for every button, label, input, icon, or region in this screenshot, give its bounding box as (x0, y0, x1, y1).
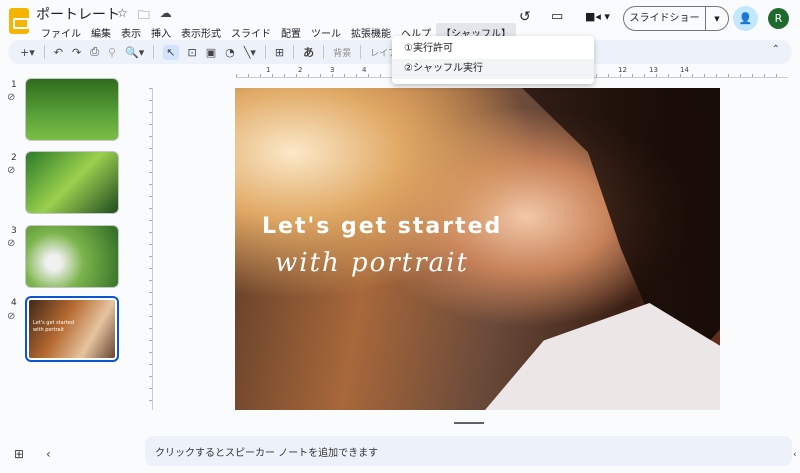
linked-icon[interactable]: ⊘ (7, 238, 15, 249)
new-slide-icon[interactable]: +▾ (20, 46, 35, 59)
shape-icon[interactable]: ◔ (225, 46, 235, 59)
collapse-panel-icon[interactable]: ‹ (46, 447, 51, 461)
comments-icon[interactable]: ▭ (551, 9, 563, 24)
slide-number: 3 (11, 226, 17, 236)
linked-icon[interactable]: ⊘ (7, 165, 15, 176)
avatar[interactable]: R (768, 8, 789, 29)
collapse-toolbar-icon[interactable]: ⌃ (772, 44, 780, 55)
ruler-tick: 4 (362, 66, 367, 74)
slide-thumbnail-3[interactable] (25, 225, 119, 288)
slide-thumbnail-1[interactable] (25, 78, 119, 141)
line-icon[interactable]: ╲▾ (244, 46, 256, 59)
ruler-tick: 3 (330, 66, 335, 74)
zoom-icon[interactable]: 🔍▾ (125, 46, 144, 59)
ruler-tick: 14 (680, 66, 689, 74)
select-icon[interactable]: ↖ (163, 44, 179, 60)
slide-subtitle-text[interactable]: with portrait (275, 248, 469, 278)
version-history-icon[interactable]: ↺ (519, 9, 531, 25)
speaker-notes[interactable]: クリックするとスピーカー ノートを追加できます (145, 436, 792, 466)
paint-format-icon[interactable]: ⚲ (108, 46, 116, 59)
slide-thumbnail-4[interactable]: Let's get started with portrait (25, 296, 119, 362)
slide-thumbnail-2[interactable] (25, 151, 119, 214)
slide-number: 1 (11, 80, 17, 90)
add-person-icon: 👤 (738, 12, 753, 25)
image-icon[interactable]: ▣ (206, 46, 216, 59)
print-icon[interactable]: ⎙ (90, 45, 99, 59)
slide-number: 4 (11, 298, 17, 308)
shuffle-dropdown: ①実行許可 ②シャッフル実行 (392, 36, 594, 84)
vertical-ruler[interactable] (143, 88, 153, 410)
linked-icon[interactable]: ⊘ (7, 92, 15, 103)
notes-resize-handle[interactable] (454, 422, 484, 424)
slide-canvas[interactable]: Let's get started with portrait (235, 88, 720, 410)
ruler-tick: 2 (298, 66, 303, 74)
input-tools-button[interactable]: あ (303, 44, 314, 60)
expand-side-panel-icon[interactable]: ‹ (793, 450, 797, 460)
menu-item-run-shuffle[interactable]: ②シャッフル実行 (392, 59, 594, 79)
comment-add-icon[interactable]: ⊞ (275, 46, 284, 59)
slideshow-dropdown-icon[interactable]: ▼ (706, 15, 728, 23)
document-title[interactable]: ポートレート (36, 4, 120, 24)
slide-title-text[interactable]: Let's get started (262, 214, 502, 239)
slideshow-label[interactable]: スライドショー (624, 7, 706, 30)
background-button[interactable]: 背景 (333, 46, 351, 59)
ruler-tick: 13 (649, 66, 658, 74)
undo-icon[interactable]: ↶ (54, 46, 63, 59)
thumbnail-caption: Let's get started with portrait (33, 320, 74, 333)
menu-item-allow-run[interactable]: ①実行許可 (392, 39, 594, 59)
redo-icon[interactable]: ↷ (72, 46, 81, 59)
slides-logo-icon[interactable] (9, 8, 29, 34)
ruler-tick: 1 (266, 66, 271, 74)
grid-view-icon[interactable]: ⊞ (14, 447, 24, 461)
textbox-icon[interactable]: ⊡ (188, 46, 197, 59)
ruler-tick: 12 (618, 66, 627, 74)
slide-number: 2 (11, 153, 17, 163)
slideshow-button[interactable]: スライドショー ▼ (623, 6, 729, 31)
share-button[interactable]: 👤 (733, 6, 758, 31)
meet-icon[interactable]: ■◂ ▾ (585, 10, 610, 23)
linked-icon[interactable]: ⊘ (7, 311, 15, 322)
